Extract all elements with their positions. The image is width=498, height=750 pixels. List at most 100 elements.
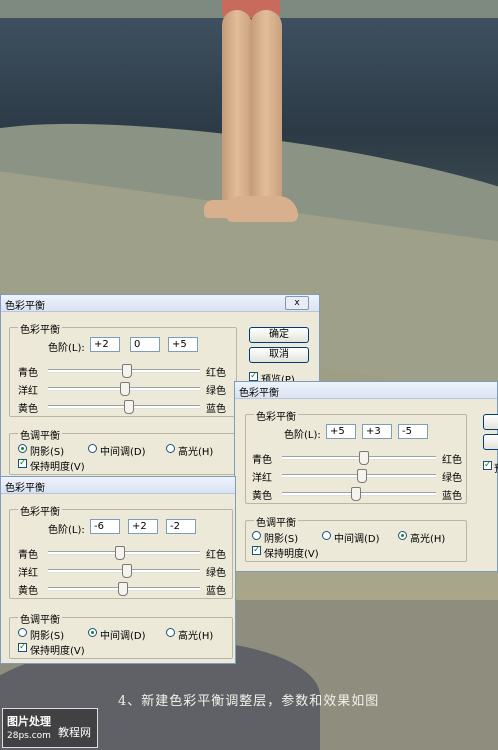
cyan-red-slider[interactable]	[48, 546, 200, 560]
level-input-cyan-red[interactable]: +5	[326, 424, 356, 439]
shadows-radio[interactable]	[252, 531, 261, 540]
dialog-titlebar: 色彩平衡 ⅹ	[1, 295, 319, 312]
highlights-radio[interactable]	[166, 628, 175, 637]
tone-balance-group: 色调平衡 阴影(S) 中间调(D) 高光(H) ✓ 保持明度(V)	[245, 514, 467, 562]
level-input-yellow-blue[interactable]: -2	[166, 519, 196, 534]
slider-thumb[interactable]	[358, 451, 369, 465]
red-label: 红色	[206, 368, 226, 379]
right-foot	[226, 196, 298, 222]
yellow-blue-slider[interactable]	[282, 487, 436, 501]
midtones-radio[interactable]	[88, 628, 97, 637]
cyan-label: 青色	[18, 368, 38, 379]
level-input-magenta-green[interactable]: +2	[128, 519, 158, 534]
slider-thumb[interactable]	[123, 400, 134, 414]
dialog-titlebar: 色彩平衡	[235, 382, 497, 399]
slider-thumb[interactable]	[115, 546, 126, 560]
shadows-label: 阴影(S)	[264, 534, 299, 545]
level-input-magenta-green[interactable]: 0	[130, 337, 160, 352]
yellow-label: 黄色	[18, 586, 38, 597]
preview-checkbox[interactable]: ✓	[249, 372, 258, 381]
slider-thumb[interactable]	[118, 582, 129, 596]
yellow-label: 黄色	[252, 491, 272, 502]
green-label: 绿色	[206, 386, 226, 397]
color-balance-dialog-highlights: 色彩平衡 色彩平衡 色阶(L): +5 +3 -5 青色 红色 洋红 绿色 黄色…	[234, 381, 498, 572]
preserve-luminosity-checkbox[interactable]: ✓	[252, 546, 261, 555]
shadows-radio[interactable]	[18, 444, 27, 453]
magenta-green-slider[interactable]	[48, 564, 200, 578]
ok-button-partial[interactable]	[483, 414, 498, 430]
tone-balance-group: 色调平衡 阴影(S) 中间调(D) 高光(H) ✓ 保持明度(V)	[9, 611, 233, 659]
dialog-title: 色彩平衡	[5, 301, 45, 312]
slider-thumb[interactable]	[120, 382, 130, 396]
blue-label: 蓝色	[206, 404, 226, 415]
group-title: 色调平衡	[18, 427, 62, 442]
level-input-yellow-blue[interactable]: +5	[168, 337, 198, 352]
logo-line1: 图片处理	[7, 715, 51, 728]
watermark-text: 教程网	[58, 726, 91, 739]
color-balance-group: 色彩平衡 色阶(L): +2 0 +5 青色 红色 洋红 绿色 黄色 蓝色	[9, 321, 237, 417]
color-balance-group: 色彩平衡 色阶(L): +5 +3 -5 青色 红色 洋红 绿色 黄色 蓝色	[245, 408, 467, 504]
cyan-red-slider[interactable]	[48, 364, 200, 378]
preserve-luminosity-checkbox[interactable]: ✓	[18, 643, 27, 652]
blue-label: 蓝色	[442, 491, 462, 502]
cancel-button[interactable]: 取消	[249, 347, 309, 363]
highlights-radio[interactable]	[166, 444, 175, 453]
blue-label: 蓝色	[206, 586, 226, 597]
dialog-title: 色彩平衡	[239, 388, 279, 399]
magenta-label: 洋红	[18, 568, 38, 579]
level-input-yellow-blue[interactable]: -5	[398, 424, 428, 439]
magenta-green-slider[interactable]	[48, 382, 200, 396]
slider-thumb[interactable]	[121, 564, 132, 578]
color-balance-group: 色彩平衡 色阶(L): -6 +2 -2 青色 红色 洋红 绿色 黄色 蓝色	[9, 503, 233, 599]
yellow-label: 黄色	[18, 404, 38, 415]
dialog-titlebar: 色彩平衡	[1, 477, 235, 494]
midtones-radio[interactable]	[88, 444, 97, 453]
shadows-radio[interactable]	[18, 628, 27, 637]
cyan-label: 青色	[252, 455, 272, 466]
highlights-label: 高光(H)	[178, 631, 214, 642]
preview-label-partial: 预	[494, 460, 498, 475]
magenta-label: 洋红	[18, 386, 38, 397]
preview-checkbox[interactable]: ✓	[483, 461, 492, 470]
left-leg	[222, 10, 252, 210]
preserve-luminosity-label: 保持明度(V)	[30, 646, 85, 657]
close-button[interactable]: ⅹ	[285, 296, 309, 310]
group-title: 色调平衡	[254, 514, 298, 529]
magenta-green-slider[interactable]	[282, 469, 436, 483]
ok-button[interactable]: 确定	[249, 327, 309, 343]
shadows-label: 阴影(S)	[30, 447, 65, 458]
shadows-label: 阴影(S)	[30, 631, 65, 642]
levels-label: 色阶(L):	[48, 525, 85, 536]
midtones-label: 中间调(D)	[334, 534, 380, 545]
midtones-label: 中间调(D)	[100, 631, 146, 642]
level-input-cyan-red[interactable]: +2	[90, 337, 120, 352]
slider-thumb[interactable]	[357, 469, 368, 483]
preserve-luminosity-label: 保持明度(V)	[264, 549, 319, 560]
right-leg	[250, 10, 282, 210]
yellow-blue-slider[interactable]	[48, 400, 200, 414]
level-input-cyan-red[interactable]: -6	[90, 519, 120, 534]
dialog-title: 色彩平衡	[5, 483, 45, 494]
preserve-luminosity-checkbox[interactable]: ✓	[18, 459, 27, 468]
highlights-label: 高光(H)	[410, 534, 446, 545]
red-label: 红色	[206, 550, 226, 561]
tone-balance-group: 色调平衡 阴影(S) 中间调(D) 高光(H) ✓ 保持明度(V)	[9, 427, 237, 475]
cancel-button-partial[interactable]	[483, 434, 498, 450]
magenta-label: 洋红	[252, 473, 272, 484]
midtones-label: 中间调(D)	[100, 447, 146, 458]
preserve-luminosity-label: 保持明度(V)	[30, 462, 85, 473]
red-label: 红色	[442, 455, 462, 466]
levels-label: 色阶(L):	[284, 430, 321, 441]
color-balance-dialog-midtones: 色彩平衡 色彩平衡 色阶(L): -6 +2 -2 青色 红色 洋红 绿色 黄色…	[0, 476, 236, 664]
yellow-blue-slider[interactable]	[48, 582, 200, 596]
highlights-radio[interactable]	[398, 531, 407, 540]
green-label: 绿色	[206, 568, 226, 579]
level-input-magenta-green[interactable]: +3	[362, 424, 392, 439]
slider-thumb[interactable]	[121, 364, 132, 378]
group-title: 色彩平衡	[254, 408, 298, 423]
caption-text: 4、新建色彩平衡调整层，参数和效果如图	[118, 694, 380, 709]
cyan-red-slider[interactable]	[282, 451, 436, 465]
slider-thumb[interactable]	[351, 487, 362, 501]
midtones-radio[interactable]	[322, 531, 331, 540]
group-title: 色彩平衡	[18, 503, 62, 518]
